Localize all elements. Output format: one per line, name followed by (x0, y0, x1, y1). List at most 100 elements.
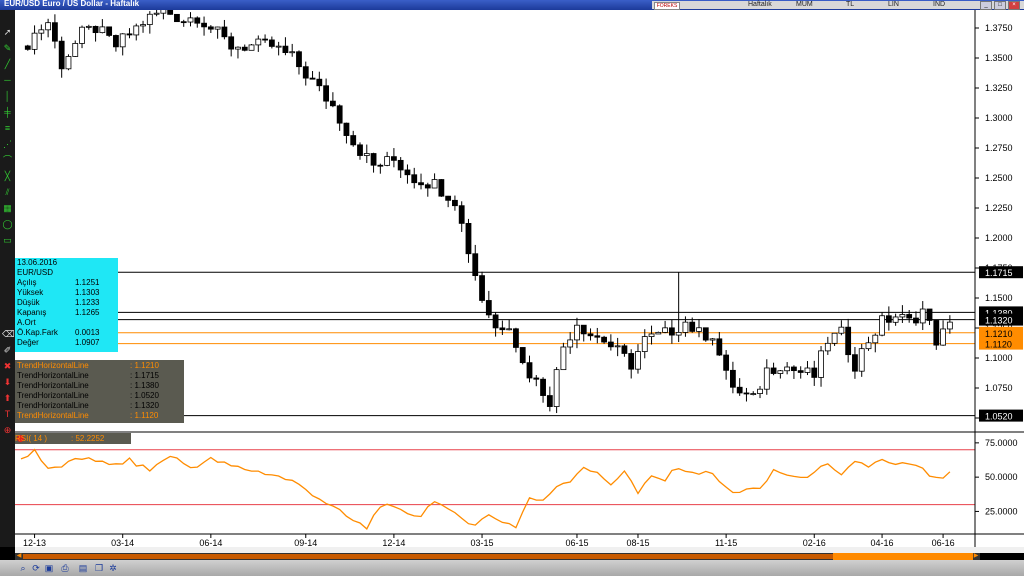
candle-body (723, 354, 730, 371)
rsi-tick-label: 75.0000 (985, 438, 1018, 448)
rsi-name: RSI( 14 ) (15, 434, 48, 443)
close-button[interactable]: × (1008, 1, 1020, 10)
fibonacci-icon[interactable]: ≡ (2, 124, 13, 133)
candle-body (106, 26, 113, 36)
info-close-label: Kapanış (17, 308, 47, 317)
candle-body (946, 321, 953, 330)
trendline-value: : 1.0520 (130, 391, 159, 400)
price-tick-label: 1.2500 (985, 173, 1013, 183)
trendline-icon[interactable]: ╱ (2, 60, 13, 69)
candle-body (235, 46, 241, 50)
delete-icon[interactable]: ✖ (2, 362, 13, 371)
scale-option[interactable]: LIN (888, 1, 899, 9)
info-diff-value: 0.0013 (75, 328, 100, 337)
marker-icon[interactable]: ✐ (2, 346, 13, 355)
candle-body (309, 77, 316, 80)
trendline-legend: TrendHorizontalLine : 1.1210 TrendHorizo… (15, 360, 184, 423)
ellipse-icon[interactable]: ◯ (2, 220, 13, 229)
forex-badge[interactable]: FOREKS (654, 2, 680, 10)
scroll-track[interactable] (23, 554, 973, 559)
arc-icon[interactable]: ⌒ (2, 156, 13, 165)
candle-body (268, 39, 275, 47)
info-close-value: 1.1265 (75, 308, 100, 317)
candle-body (133, 25, 140, 36)
candle-body (594, 335, 601, 338)
time-tick-label: 02-16 (803, 538, 826, 547)
minimize-button[interactable]: _ (980, 1, 992, 10)
rsi-label: RSI( 14 ) : 52.2252 (15, 433, 131, 444)
period-option[interactable]: Haftalık (748, 1, 772, 9)
candle-body (248, 44, 255, 51)
scroll-right-icon[interactable]: ▶ (972, 553, 980, 560)
fan-icon[interactable]: ⋰ (2, 140, 13, 149)
ohlc-info-box: 13.06.2016 EUR/USD Açılış 1.1251 Yüksek … (15, 258, 118, 352)
rectangle-icon[interactable]: ▭ (2, 236, 13, 245)
candle-body (445, 195, 452, 201)
scroll-left-icon[interactable]: ◀ (15, 553, 23, 560)
horizontal-line-icon[interactable]: ─ (2, 76, 13, 85)
gann-icon[interactable]: ╳ (2, 172, 13, 181)
price-tick-label: 1.3750 (985, 23, 1013, 33)
eraser-icon[interactable]: ⌫ (2, 330, 15, 339)
arrow-up-icon[interactable]: ⬆ (2, 394, 13, 403)
settings-icon[interactable]: ✲ (108, 563, 118, 573)
pencil-icon[interactable]: ✎ (2, 44, 13, 53)
zoom-icon[interactable]: ⌕ (18, 563, 28, 573)
trendline-value: : 1.1715 (130, 371, 159, 380)
channel-icon[interactable]: ╪ (2, 108, 13, 117)
candle-body (45, 22, 52, 31)
candle-body (180, 21, 187, 24)
indicator-option[interactable]: IND (933, 1, 945, 9)
candle-body (262, 38, 268, 41)
cursor-icon[interactable]: ➚ (2, 28, 13, 37)
candle-body (323, 85, 330, 102)
grid-icon[interactable]: ▦ (2, 204, 13, 213)
candle-body (221, 26, 228, 38)
currency-option[interactable]: TL (846, 1, 854, 9)
candle-body (513, 328, 519, 348)
candlesticks (24, 2, 953, 414)
regression-icon[interactable]: ⫽ (2, 188, 13, 197)
candle-body (919, 308, 926, 324)
save-icon[interactable]: ▤ (78, 563, 88, 573)
candle-body (390, 156, 397, 161)
maximize-button[interactable]: □ (994, 1, 1006, 10)
candle-body (255, 38, 262, 46)
chart-type-option[interactable]: MUM (796, 1, 813, 9)
candle-body (201, 22, 207, 28)
candle-body (384, 156, 391, 166)
refresh-icon[interactable]: ⟳ (31, 563, 41, 573)
arrow-down-icon[interactable]: ⬇ (2, 378, 13, 387)
candle-body (126, 33, 133, 36)
copy-icon[interactable]: ❐ (94, 563, 104, 573)
candle-body (357, 144, 363, 156)
candle-body (662, 327, 668, 333)
bottom-toolbar: ⌕ ⟳ ▣ ⎙ ▤ ❐ ✲ (0, 560, 1024, 576)
chart-area[interactable]: 1.3750 1.3500 1.3250 1.3000 1.2750 1.2500 1.22… (15, 2, 1024, 548)
price-tick-label: 1.3000 (985, 113, 1013, 123)
vertical-line-icon[interactable]: │ (2, 92, 13, 101)
info-symbol: EUR/USD (17, 268, 54, 277)
price-tick-label: 1.3250 (985, 83, 1013, 93)
trendline-value: : 1.1210 (130, 361, 159, 370)
text-icon[interactable]: T (2, 410, 13, 419)
candle-body (933, 320, 940, 346)
candle-body (458, 205, 465, 224)
zoom-icon[interactable]: ⊕ (2, 426, 13, 435)
candle-body (140, 24, 146, 27)
candle-body (146, 13, 153, 25)
price-tag-label: 1.1120 (985, 340, 1012, 350)
candle-body (289, 51, 296, 54)
candle-body (587, 333, 594, 337)
folder-icon[interactable]: ▣ (44, 563, 54, 573)
candle-body (689, 321, 696, 332)
candle-body (58, 40, 65, 70)
scroll-thumb[interactable] (833, 553, 973, 560)
candle-body (892, 316, 899, 323)
candle-body (533, 377, 540, 380)
print-icon[interactable]: ⎙ (60, 563, 70, 573)
info-open-value: 1.1251 (75, 278, 100, 287)
time-scrollbar[interactable]: ◀ ▶ (15, 553, 980, 560)
title-bar: EUR/USD Euro / US Dollar - Haftalık FORE… (0, 0, 1024, 10)
candle-body (153, 12, 160, 15)
